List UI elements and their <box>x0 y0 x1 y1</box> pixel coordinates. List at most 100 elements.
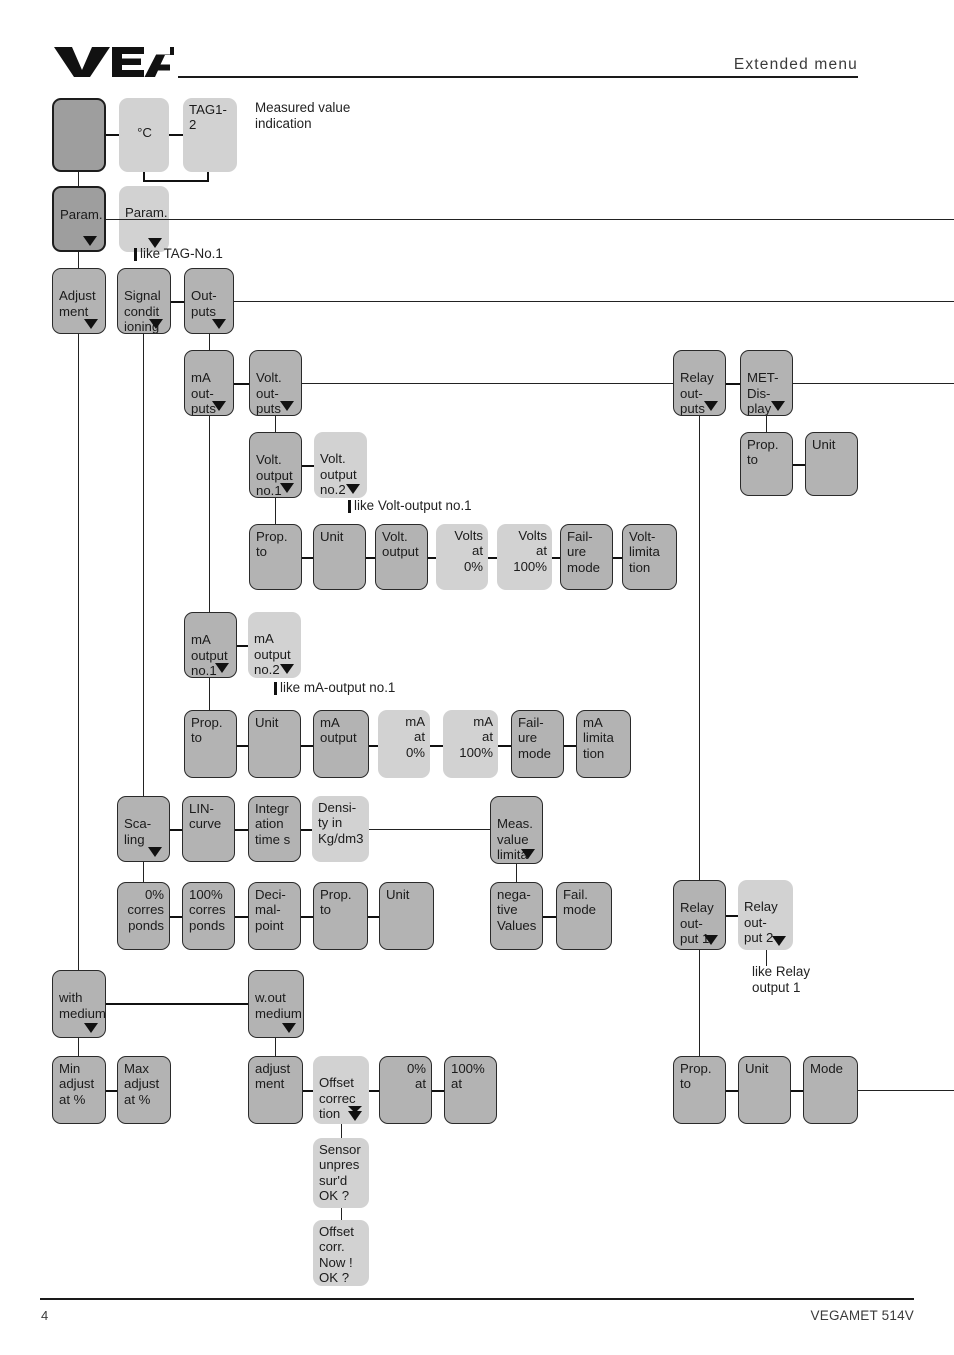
box-relay-outputs[interactable]: Relay out- puts <box>673 350 726 416</box>
connector <box>143 180 209 183</box>
box-met-display[interactable]: MET- Dis- play <box>740 350 793 416</box>
connector <box>793 464 805 467</box>
box-signal-conditioning[interactable]: Signal condit ioning <box>117 268 171 334</box>
box-decimal-point[interactable]: Deci- mal- point <box>248 882 301 950</box>
connector <box>301 916 313 919</box>
box-without-medium[interactable]: w.out medium <box>248 970 304 1038</box>
chevron-down-icon <box>83 236 97 246</box>
vega-logo <box>54 47 174 77</box>
box-volts-at-0[interactable]: Volts at 0% <box>436 524 488 590</box>
chevron-down-icon <box>148 847 162 857</box>
box-label: with medium <box>59 990 106 1021</box>
box-volt-prop-to[interactable]: Prop. to <box>249 524 302 590</box>
box-volt-outputs[interactable]: Volt. out- puts <box>249 350 302 416</box>
connector <box>143 862 145 882</box>
box-integration-time[interactable]: Integr ation time s <box>248 796 301 862</box>
box-relay-output-1[interactable]: Relay out- put 1 <box>673 880 726 950</box>
box-outputs[interactable]: Out- puts <box>184 268 234 334</box>
note-like-tag-no1: like TAG-No.1 <box>140 246 223 261</box>
connector <box>170 829 182 832</box>
box-adjustment-step[interactable]: adjust ment <box>248 1056 303 1124</box>
connector <box>498 745 511 748</box>
box-ma-at-0[interactable]: mA at 0% <box>378 710 430 778</box>
chevron-down-icon <box>772 936 786 946</box>
box-volt-output-no1[interactable]: Volt. output no.1 <box>249 432 302 498</box>
menu-diagram-canvas: Extended menu °C TAG1-2 Measured value i… <box>0 0 954 1355</box>
connector <box>78 1038 80 1056</box>
box-volts-at-100[interactable]: Volts at 100% <box>497 524 552 590</box>
box-ma-output-no2[interactable]: mA output no.2 <box>248 612 301 678</box>
box-scaling-unit[interactable]: Unit <box>379 882 434 950</box>
box-ma-limitation[interactable]: mA limita tion <box>576 710 631 778</box>
chevron-down-icon <box>771 401 785 411</box>
box-met-prop-to[interactable]: Prop. to <box>740 432 793 496</box>
connector <box>78 252 80 268</box>
box-0-at[interactable]: 0% at <box>379 1056 432 1124</box>
box-ma-outputs[interactable]: mA out- puts <box>184 350 234 416</box>
box-scaling[interactable]: Sca- ling <box>117 796 170 862</box>
product-name: VEGAMET 514V <box>810 1308 914 1323</box>
box-sensor-unpressured[interactable]: Sensor unpres sur'd OK ? <box>313 1138 369 1208</box>
box-label: Out- puts <box>191 288 217 319</box>
connector <box>369 829 490 831</box>
box-offset-correction[interactable]: Offset correc tion <box>313 1056 369 1124</box>
box-offset-corr-now[interactable]: Offset corr. Now ! OK ? <box>313 1220 369 1286</box>
box-100-corresponds[interactable]: 100% corres ponds <box>182 882 235 950</box>
box-volt-failure-mode[interactable]: Fail- ure mode <box>560 524 613 590</box>
box-volt-output-no2[interactable]: Volt. output no.2 <box>314 432 367 498</box>
box-relay-mode[interactable]: Mode <box>803 1056 858 1124</box>
box-ma-at-100[interactable]: mA at 100% <box>443 710 498 778</box>
box-min-adjust[interactable]: Min adjust at % <box>52 1056 106 1124</box>
connector <box>78 172 80 187</box>
box-negative-values[interactable]: nega- tive Values <box>490 882 543 950</box>
connector <box>488 557 497 560</box>
connector <box>78 334 80 970</box>
connector <box>430 745 443 748</box>
note-like-relay-output-1: like Relay output 1 <box>752 964 811 995</box>
connector <box>106 1003 248 1006</box>
box-tag12[interactable]: TAG1-2 <box>183 98 237 172</box>
chevron-down-icon <box>84 1023 98 1033</box>
connector <box>613 557 622 560</box>
chevron-down-icon <box>346 484 360 494</box>
box-max-adjust[interactable]: Max adjust at % <box>117 1056 171 1124</box>
box-relay-output-2[interactable]: Relay out- put 2 <box>738 880 793 950</box>
box-volt-output[interactable]: Volt. output <box>375 524 428 590</box>
box-scaling-prop-to[interactable]: Prop. to <box>313 882 368 950</box>
box-fail-mode[interactable]: Fail. mode <box>556 882 612 950</box>
box-lin-curve[interactable]: LIN- curve <box>182 796 235 862</box>
chevron-down-icon <box>215 663 229 673</box>
box-param-1[interactable]: Param. <box>52 186 106 252</box>
box-volt-limitation[interactable]: Volt- limita tion <box>622 524 677 590</box>
connector <box>726 383 740 386</box>
chevron-down-icon <box>280 401 294 411</box>
connector-bus <box>858 1090 954 1092</box>
connector <box>301 829 312 832</box>
box-adjustment[interactable]: Adjust ment <box>52 268 106 334</box>
box-ma-output-no1[interactable]: mA output no.1 <box>184 612 237 678</box>
connector <box>275 416 277 432</box>
connector <box>552 557 560 560</box>
box-label: Adjust ment <box>59 288 96 319</box>
page-title: Extended menu <box>733 56 858 73</box>
box-ma-unit[interactable]: Unit <box>248 710 301 778</box>
box-0-corresponds[interactable]: 0% corres ponds <box>117 882 170 950</box>
box-with-medium[interactable]: with medium <box>52 970 106 1038</box>
box-met-unit[interactable]: Unit <box>805 432 858 496</box>
box-meas-value-limitation[interactable]: Meas. value limita tion <box>490 796 543 864</box>
box-ma-output[interactable]: mA output <box>313 710 369 778</box>
connector <box>791 1090 803 1093</box>
box-blank-top[interactable] <box>52 98 106 172</box>
box-relay-prop-to[interactable]: Prop. to <box>673 1056 726 1124</box>
box-100-at[interactable]: 100% at <box>444 1056 497 1124</box>
box-density[interactable]: Densi- ty in Kg/dm3 <box>312 796 369 862</box>
connector <box>368 916 379 919</box>
box-degc[interactable]: °C <box>119 98 169 172</box>
connector-bus <box>106 219 954 221</box>
box-ma-prop-to[interactable]: Prop. to <box>184 710 237 778</box>
box-volt-unit[interactable]: Unit <box>313 524 366 590</box>
connector-bus <box>234 301 954 303</box>
chevron-down-icon <box>280 664 294 674</box>
box-relay-unit[interactable]: Unit <box>738 1056 791 1124</box>
box-ma-failure-mode[interactable]: Fail- ure mode <box>511 710 564 778</box>
